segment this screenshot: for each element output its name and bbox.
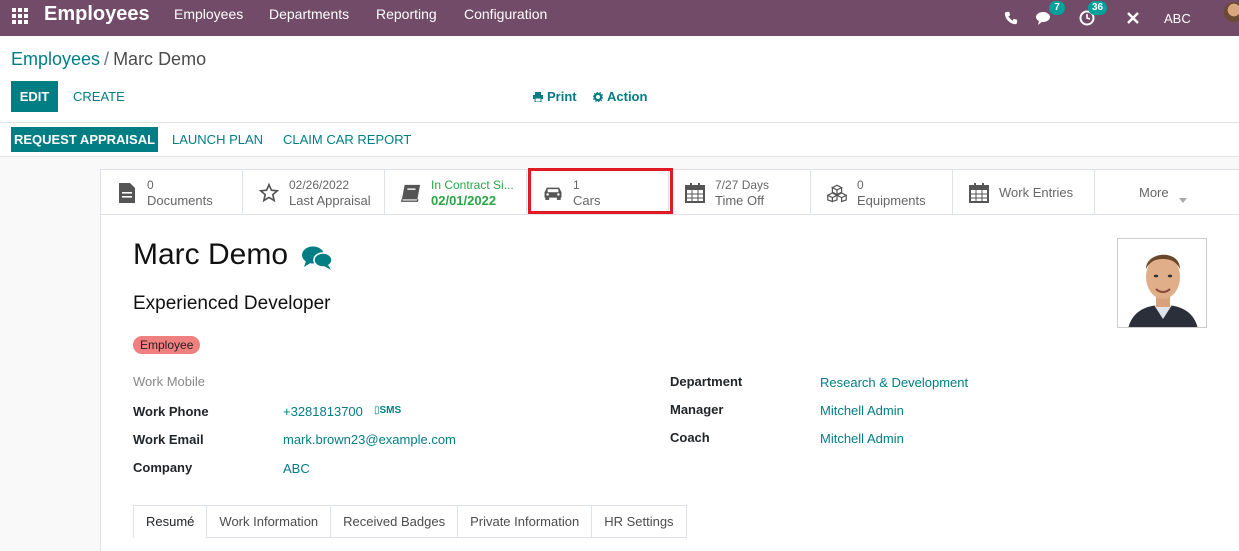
coach-value[interactable]: Mitchell Admin [820, 431, 904, 446]
book-icon [401, 183, 421, 203]
last-appraisal-smart-button[interactable]: 02/26/2022 Last Appraisal [243, 170, 385, 214]
caret-down-icon [1179, 191, 1187, 206]
gear-icon [593, 91, 603, 102]
work-email-value[interactable]: mark.brown23@example.com [283, 432, 456, 447]
menu-departments[interactable]: Departments [269, 6, 349, 22]
cubes-icon [827, 183, 847, 203]
cars-count: 1 [573, 178, 580, 192]
print-button[interactable]: Print [533, 89, 577, 104]
smart-button-box: 0 Documents 02/26/2022 Last Appraisal In… [101, 170, 1239, 215]
calendar-icon [969, 183, 989, 203]
form-sheet: 0 Documents 02/26/2022 Last Appraisal In… [100, 169, 1239, 551]
claim-car-report-button[interactable]: CLAIM CAR REPORT [283, 132, 411, 147]
employee-name-text: Marc Demo [133, 238, 289, 271]
print-label: Print [547, 89, 577, 104]
job-title: Experienced Developer [133, 293, 331, 314]
employee-name: Marc Demo [133, 238, 288, 272]
employee-tag[interactable]: Employee [133, 336, 201, 354]
app-brand[interactable]: Employees [44, 3, 150, 26]
menu-employees[interactable]: Employees [174, 6, 243, 22]
debug-tools-icon[interactable] [1126, 0, 1140, 36]
company-label: Company [133, 460, 193, 475]
star-icon [259, 182, 279, 203]
print-icon [533, 91, 543, 102]
last-appraisal-date: 02/26/2022 [289, 178, 350, 192]
messages-count-badge: 7 [1049, 1, 1065, 15]
apps-menu-icon[interactable] [11, 7, 29, 25]
cars-label: Cars [573, 193, 601, 208]
work-phone-label: Work Phone [133, 404, 209, 419]
tab-hr-settings[interactable]: HR Settings [591, 505, 687, 538]
contract-smart-button[interactable]: In Contract Si... 02/01/2022 [385, 170, 527, 214]
documents-smart-button[interactable]: 0 Documents [101, 170, 243, 214]
more-smart-button[interactable]: More [1095, 170, 1237, 214]
activities-count-badge: 36 [1088, 1, 1108, 15]
phone-icon[interactable] [1004, 0, 1018, 36]
action-label: Action [607, 89, 648, 104]
time-off-label: Time Off [715, 193, 765, 208]
action-button[interactable]: Action [593, 89, 647, 104]
last-appraisal-label: Last Appraisal [289, 193, 371, 208]
manager-value[interactable]: Mitchell Admin [820, 403, 904, 418]
contract-date: 02/01/2022 [431, 193, 497, 208]
work-entries-smart-button[interactable]: Work Entries [953, 170, 1095, 214]
car-icon [543, 183, 563, 203]
tab-received-badges[interactable]: Received Badges [330, 505, 458, 538]
contract-status: In Contract Si... [431, 178, 514, 192]
work-phone-value[interactable]: +3281813700 [283, 404, 363, 419]
manager-label: Manager [670, 402, 724, 417]
documents-label: Documents [147, 193, 213, 208]
top-navbar: Employees Employees Departments Reportin… [0, 0, 1239, 36]
more-label: More [1139, 185, 1169, 200]
employee-photo[interactable] [1117, 238, 1207, 328]
breadcrumb-separator: / [104, 49, 110, 69]
coach-label: Coach [670, 430, 710, 445]
menu-configuration[interactable]: Configuration [464, 6, 547, 22]
tab-resume[interactable]: Resumé [133, 505, 207, 538]
user-avatar[interactable] [1224, 2, 1239, 22]
work-email-label: Work Email [133, 432, 204, 447]
equipments-label: Equipments [857, 193, 926, 208]
department-value[interactable]: Research & Development [820, 375, 968, 390]
time-off-days: 7/27 Days [715, 178, 770, 192]
work-entries-label: Work Entries [999, 185, 1074, 200]
request-appraisal-button[interactable]: REQUEST APPRAISAL [11, 127, 158, 152]
breadcrumb-parent[interactable]: Employees [11, 49, 100, 69]
launch-plan-button[interactable]: LAUNCH PLAN [172, 132, 263, 147]
calendar-icon [685, 183, 705, 203]
menu-reporting[interactable]: Reporting [376, 6, 437, 22]
cars-smart-button[interactable]: 1 Cars [527, 170, 669, 214]
breadcrumb-current: Marc Demo [113, 49, 207, 69]
documents-count: 0 [147, 178, 154, 192]
company-value[interactable]: ABC [283, 461, 310, 476]
department-label: Department [670, 374, 743, 389]
edit-button[interactable]: EDIT [11, 81, 58, 112]
notebook-tabs: Resumé Work Information Received Badges … [133, 505, 687, 538]
document-icon [117, 183, 137, 203]
time-off-smart-button[interactable]: 7/27 Days Time Off [669, 170, 811, 214]
tab-private-information[interactable]: Private Information [457, 505, 592, 538]
tab-work-information[interactable]: Work Information [206, 505, 331, 538]
equipments-count: 0 [857, 178, 864, 192]
sms-button[interactable]: ▯SMS [374, 405, 401, 416]
company-switcher[interactable]: ABC [1164, 0, 1191, 36]
equipments-smart-button[interactable]: 0 Equipments [811, 170, 953, 214]
work-mobile-label: Work Mobile [133, 374, 206, 389]
breadcrumb: Employees / Marc Demo [11, 49, 206, 70]
create-button[interactable]: CREATE [73, 89, 125, 104]
sms-label: SMS [379, 405, 402, 416]
chat-bubbles-icon[interactable] [301, 245, 333, 274]
